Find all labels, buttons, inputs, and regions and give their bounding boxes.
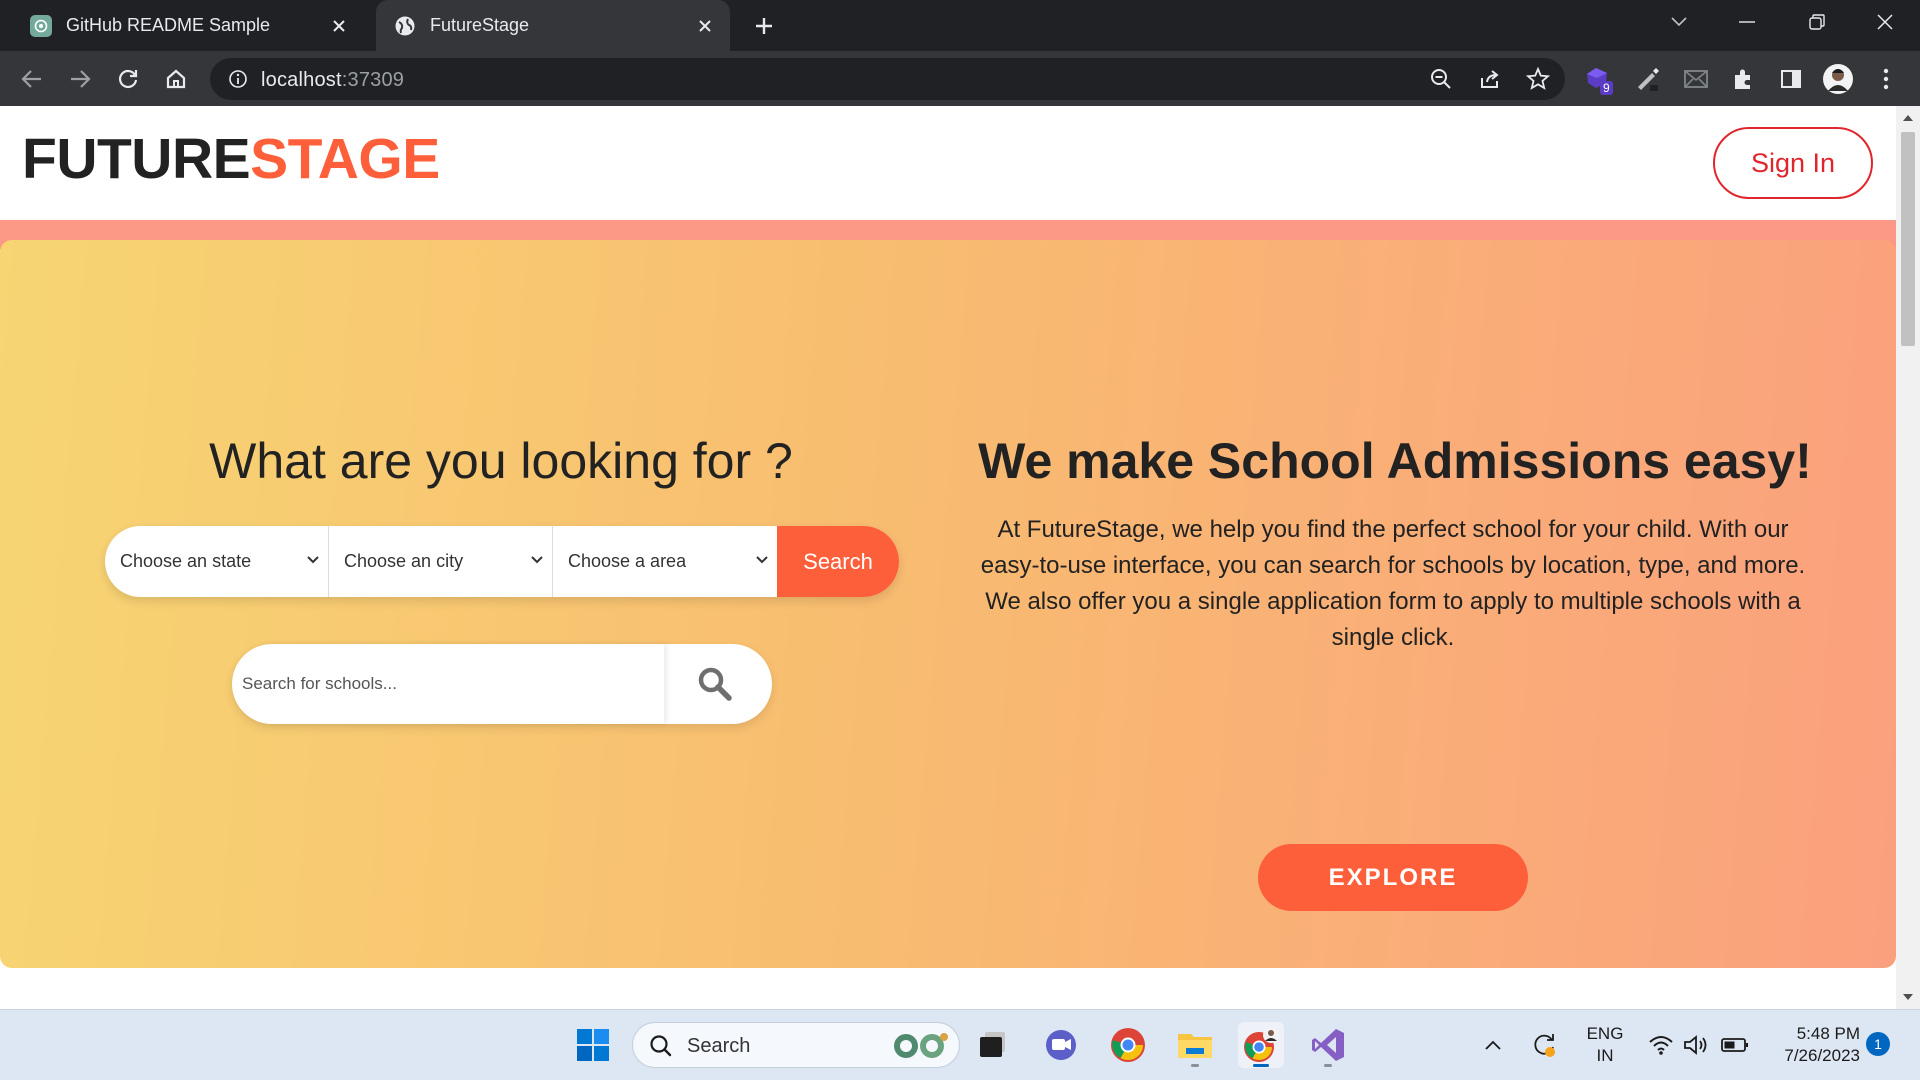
admissions-description: At FutureStage, we help you find the per… xyxy=(980,516,1806,651)
extension-hexagon-icon[interactable]: 9 xyxy=(1582,63,1614,95)
browser-tab-bar: GitHub README Sample FutureStage xyxy=(0,0,1920,51)
restore-button[interactable] xyxy=(1788,0,1846,44)
sign-in-button[interactable]: Sign In xyxy=(1713,127,1873,199)
zoom-icon[interactable] xyxy=(1428,66,1454,92)
search-icon xyxy=(650,1035,672,1057)
notification-badge[interactable]: 1 xyxy=(1866,1032,1890,1056)
site-header: FUTURESTAGE Sign In xyxy=(0,106,1896,220)
scroll-down-arrow-icon[interactable] xyxy=(1903,994,1913,1001)
tab-futurestage[interactable]: FutureStage xyxy=(376,0,730,51)
home-icon[interactable] xyxy=(158,61,194,97)
page-scrollbar[interactable] xyxy=(1896,106,1920,1009)
reload-icon[interactable] xyxy=(110,61,146,97)
area-select-label: Choose a area xyxy=(568,551,687,571)
search-icon[interactable] xyxy=(694,663,736,705)
site-info-icon[interactable] xyxy=(226,67,250,91)
extensions-puzzle-icon[interactable] xyxy=(1727,63,1759,95)
mail-extension-icon[interactable] xyxy=(1680,63,1712,95)
hero-section: What are you looking for ? Choose an sta… xyxy=(0,240,1896,968)
chevron-down-icon xyxy=(531,556,543,564)
file-explorer-icon[interactable] xyxy=(1172,1022,1218,1068)
volume-icon[interactable] xyxy=(1680,1022,1712,1068)
city-select[interactable]: Choose an city xyxy=(329,526,553,597)
start-windows-icon[interactable] xyxy=(570,1022,616,1068)
profile-avatar[interactable] xyxy=(1822,63,1854,95)
share-icon[interactable] xyxy=(1477,66,1503,92)
windows-taskbar: Search ENG IN 5:48 PM 7/26/2023 xyxy=(0,1009,1920,1080)
chevron-down-icon xyxy=(756,556,768,564)
close-tab-icon[interactable] xyxy=(692,13,718,39)
site-logo[interactable]: FUTURESTAGE xyxy=(22,131,440,188)
teams-chat-icon[interactable] xyxy=(1038,1022,1084,1068)
clock-time: 5:48 PM xyxy=(1796,1024,1860,1043)
tab-title: FutureStage xyxy=(430,15,530,35)
globe-icon xyxy=(394,15,416,37)
location-filter-bar: Choose an state Choose an city Choose a … xyxy=(105,526,899,597)
admissions-heading: We make School Admissions easy! xyxy=(978,433,1812,489)
explore-button[interactable]: EXPLORE xyxy=(1258,844,1528,911)
region-code: IN xyxy=(1596,1046,1614,1065)
new-tab-button[interactable] xyxy=(748,10,780,42)
language-indicator[interactable]: ENG IN xyxy=(1582,1023,1628,1067)
language-code: ENG xyxy=(1586,1024,1624,1043)
school-search-box xyxy=(232,644,772,724)
bing-highlight-icon xyxy=(894,1033,948,1058)
browser-toolbar: localhost:37309 9 xyxy=(0,51,1920,106)
running-indicator xyxy=(1253,1064,1269,1067)
city-select-label: Choose an city xyxy=(344,551,464,571)
battery-icon[interactable] xyxy=(1718,1022,1752,1068)
close-tab-icon[interactable] xyxy=(326,13,352,39)
scrollbar-thumb[interactable] xyxy=(1901,132,1915,346)
page-viewport: FUTURESTAGE Sign In What are you looking… xyxy=(0,106,1896,1009)
forward-icon[interactable] xyxy=(62,61,98,97)
tab-github-readme[interactable]: GitHub README Sample xyxy=(12,0,364,51)
taskbar-search-box[interactable]: Search xyxy=(632,1022,960,1068)
running-indicator xyxy=(1191,1064,1199,1067)
wifi-icon[interactable] xyxy=(1645,1022,1677,1068)
chatgpt-icon xyxy=(30,14,52,37)
area-select[interactable]: Choose a area xyxy=(553,526,777,597)
minimize-button[interactable] xyxy=(1718,0,1776,44)
state-select[interactable]: Choose an state xyxy=(105,526,329,597)
chrome-icon[interactable] xyxy=(1105,1022,1151,1068)
address-bar[interactable]: localhost:37309 xyxy=(210,58,1565,100)
task-view-icon[interactable] xyxy=(970,1022,1016,1068)
scroll-up-arrow-icon[interactable] xyxy=(1903,114,1913,121)
chrome-profile-taskbar-icon[interactable] xyxy=(1238,1022,1284,1068)
back-icon[interactable] xyxy=(14,61,50,97)
pen-extension-icon[interactable] xyxy=(1632,63,1664,95)
bookmark-star-icon[interactable] xyxy=(1525,66,1551,92)
side-panel-icon[interactable] xyxy=(1775,63,1807,95)
running-indicator xyxy=(1324,1064,1332,1067)
clock-date: 7/26/2023 xyxy=(1784,1046,1860,1065)
clock[interactable]: 5:48 PM 7/26/2023 xyxy=(1766,1023,1860,1067)
url-text: localhost:37309 xyxy=(261,69,405,91)
visual-studio-icon[interactable] xyxy=(1305,1022,1351,1068)
state-select-label: Choose an state xyxy=(120,551,252,571)
close-window-button[interactable] xyxy=(1856,0,1914,44)
school-search-input[interactable] xyxy=(232,644,664,724)
sync-status-icon[interactable] xyxy=(1527,1022,1561,1068)
search-button[interactable]: Search xyxy=(777,526,899,597)
taskbar-search-label: Search xyxy=(687,1035,751,1057)
tab-search-chevron-icon[interactable] xyxy=(1650,0,1708,44)
chevron-down-icon xyxy=(307,556,319,564)
extension-badge: 9 xyxy=(1600,81,1613,95)
menu-kebab-icon[interactable] xyxy=(1870,63,1902,95)
tab-title: GitHub README Sample xyxy=(66,15,271,35)
search-heading: What are you looking for ? xyxy=(209,433,793,489)
show-hidden-icons-chevron-icon[interactable] xyxy=(1478,1022,1508,1068)
